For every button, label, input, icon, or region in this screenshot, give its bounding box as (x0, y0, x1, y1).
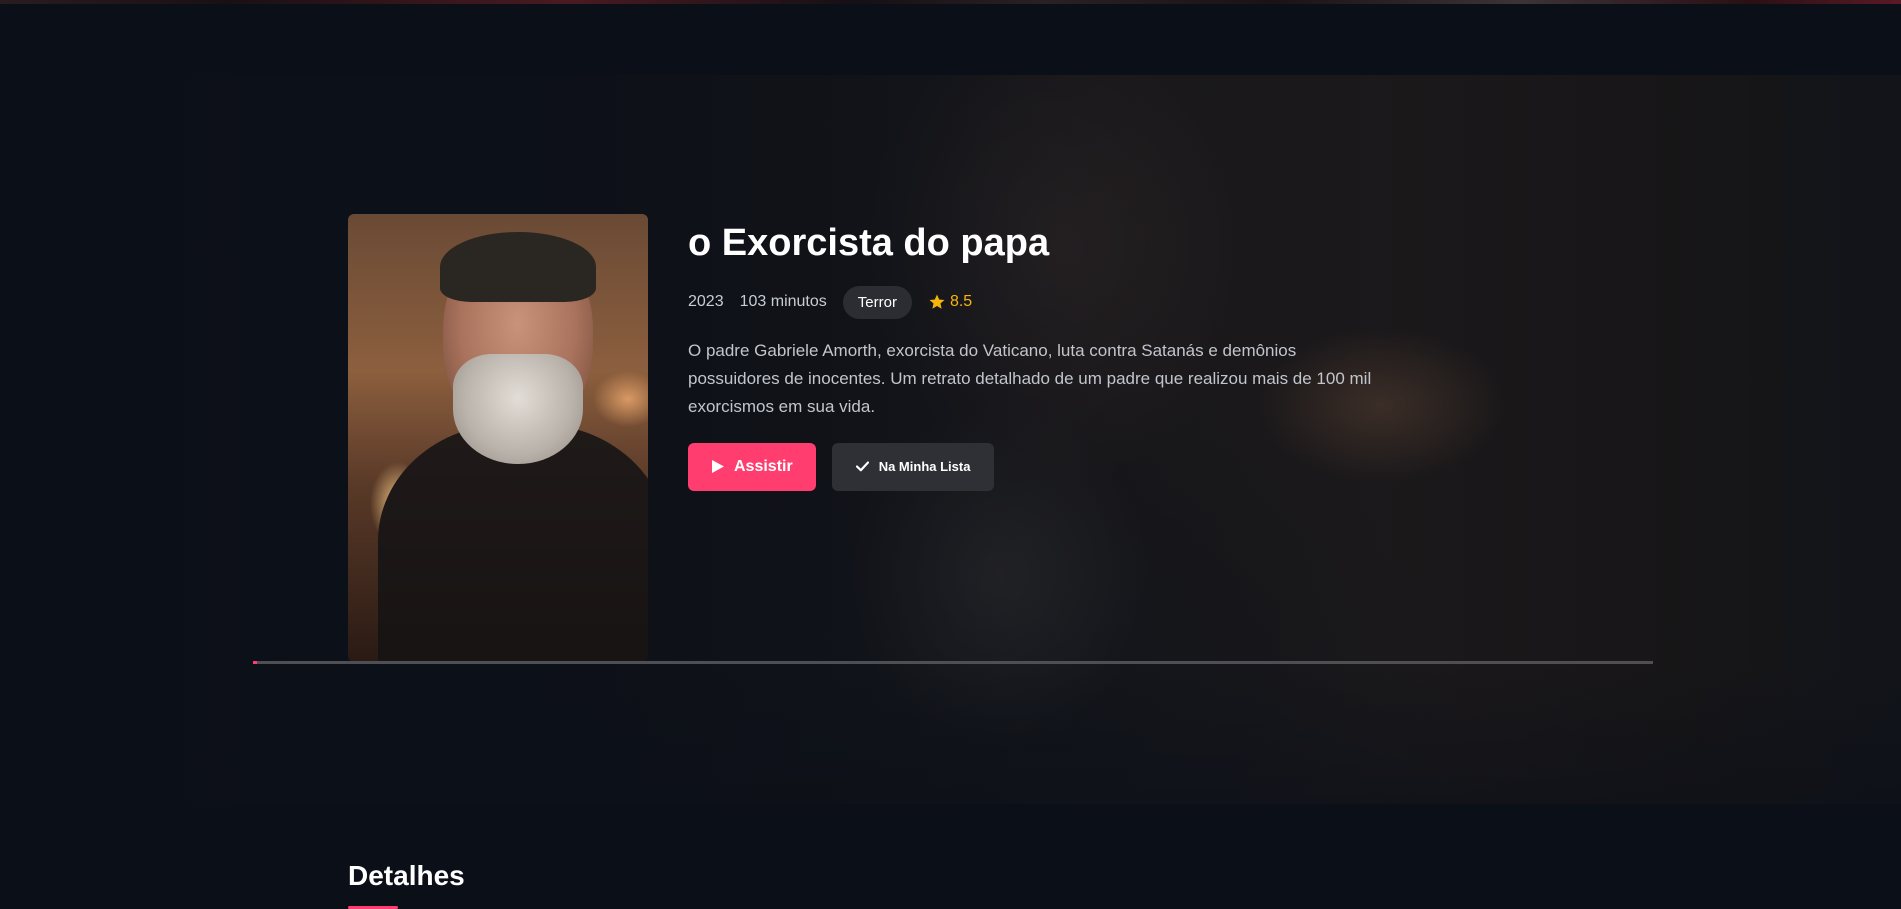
star-icon (929, 294, 945, 309)
movie-rating: 8.5 (928, 293, 972, 311)
movie-title: o Exorcista do papa (688, 222, 1050, 264)
play-button-label: Assistir (734, 457, 793, 475)
rating-value: 8.5 (949, 293, 973, 311)
movie-year: 2023 (688, 293, 724, 311)
hero-actions: Assistir Na Minha Lista (688, 442, 1388, 491)
top-thumbnail-strip (0, 0, 1901, 4)
details-section-title: Detalhes (348, 860, 465, 891)
genre-badge: Terror (842, 285, 912, 319)
my-list-button[interactable]: Na Minha Lista (831, 442, 995, 491)
movie-info: o Exorcista do papa 2023 103 minutos Ter… (688, 214, 1388, 491)
playback-progress-bar[interactable] (253, 661, 1653, 664)
movie-poster (348, 214, 648, 662)
poster-figure-beard (453, 354, 583, 464)
my-list-button-label: Na Minha Lista (878, 459, 971, 475)
playback-progress-fill (253, 661, 257, 664)
play-icon (712, 460, 724, 474)
movie-description: O padre Gabriele Amorth, exorcista do Va… (688, 340, 1372, 416)
check-icon (855, 461, 869, 472)
poster-figure-hair (440, 232, 596, 302)
movie-meta: 2023 103 minutos Terror 8.5 (688, 285, 1388, 319)
hero-bottom-fade (0, 664, 1901, 804)
movie-duration: 103 minutos (739, 293, 827, 311)
play-button[interactable]: Assistir (688, 442, 816, 491)
